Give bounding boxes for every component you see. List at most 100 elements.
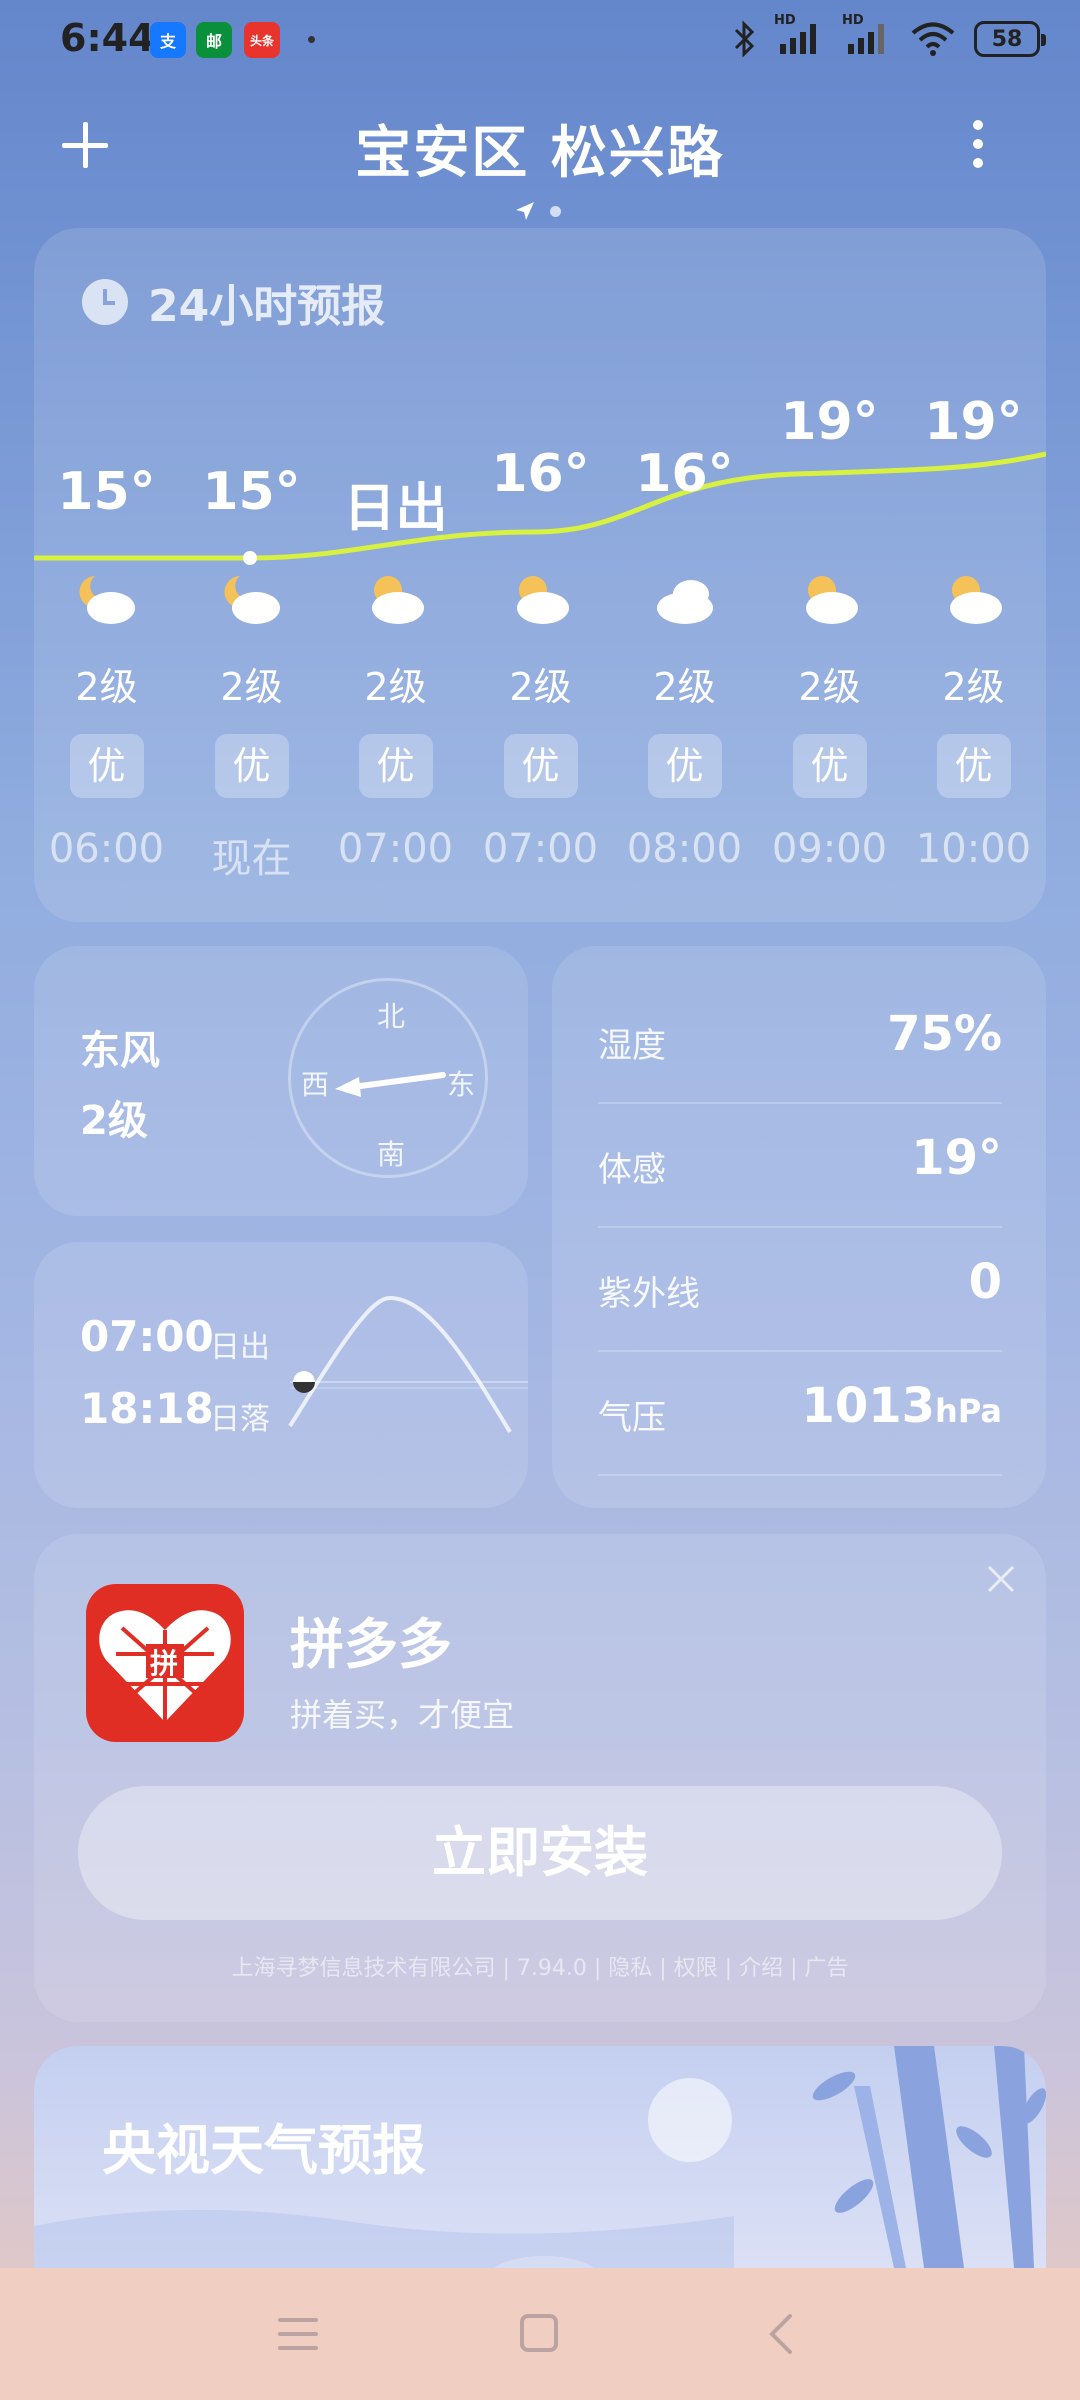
detail-label: 气压: [598, 1398, 666, 1438]
wind-direction: 东风: [80, 1028, 160, 1074]
detail-label: 湿度: [598, 1026, 666, 1066]
ad-slogan: 拼着买，才便宜: [290, 1696, 515, 1734]
hour-label: 现在: [211, 836, 292, 882]
hour-temp: 19°: [780, 392, 879, 452]
hour-wind: 2级: [798, 665, 861, 709]
compass-north: 北: [377, 1000, 406, 1033]
compass-east: 东: [447, 1068, 476, 1101]
aqi-badge: 优: [792, 734, 867, 798]
hour-temp: 日出: [343, 479, 448, 539]
hour-temp: 16°: [635, 444, 734, 504]
hour-col-4: 16°: [612, 444, 757, 504]
pinduoduo-logo-text: 拼: [150, 1647, 179, 1680]
compass-west: 西: [301, 1068, 330, 1101]
toutiao-icon: 头条: [244, 22, 280, 58]
pinduoduo-logo: 拼: [86, 1584, 244, 1742]
hour-wind: 2级: [653, 665, 716, 709]
sun-cloud-icon: [372, 576, 424, 624]
more-menu-button[interactable]: [968, 120, 988, 170]
sunrise-label: 日出: [210, 1330, 270, 1365]
signal-2-icon: HD: [842, 14, 892, 60]
compass: 北 南 东 西: [288, 978, 488, 1178]
hour-temp: 19°: [924, 392, 1023, 452]
bluetooth-icon: [734, 20, 755, 58]
hour-temp: 15°: [57, 462, 156, 522]
detail-value: 0: [968, 1254, 1002, 1310]
location-title: 宝安区 松兴路: [355, 121, 725, 186]
battery-icon: 58: [974, 21, 1046, 57]
hour-label: 06:00: [48, 826, 165, 872]
wind-level: 2级: [80, 1098, 148, 1144]
detail-row-humidity: 湿度 75%: [598, 980, 1002, 1104]
aqi-badge: 优: [647, 734, 722, 798]
detail-label: 体感: [598, 1150, 666, 1190]
install-button[interactable]: 立即安装: [78, 1786, 1002, 1920]
hour-label: 07:00: [337, 826, 454, 872]
aqi-badge: 优: [214, 734, 289, 798]
wind-arrow-icon: [335, 1072, 446, 1097]
detail-value: 1013hPa: [801, 1378, 1002, 1434]
hour-label: 10:00: [915, 826, 1032, 872]
hour-col-0: 15°: [34, 462, 179, 538]
sunset-time: 18:18: [80, 1384, 214, 1433]
cctv-weather-card[interactable]: 央视天气预报: [34, 2046, 1046, 2268]
hour-col-1: 15°: [179, 462, 324, 538]
status-time: 6:44: [60, 16, 155, 60]
cctv-title: 央视天气预报: [102, 2119, 426, 2182]
cloud-icon: [657, 580, 713, 624]
hd-label-2: HD: [842, 13, 864, 28]
sun-cloud-icon: [950, 576, 1002, 624]
signal-1-icon: HD: [774, 14, 824, 60]
post-icon: 邮: [196, 22, 232, 58]
menu-icon[interactable]: [276, 2314, 320, 2354]
compass-south: 南: [377, 1138, 406, 1171]
ad-footer[interactable]: 上海寻梦信息技术有限公司 | 7.94.0 | 隐私 | 权限 | 介绍 | 广…: [34, 1950, 1046, 1982]
ad-app-name: 拼多多: [290, 1613, 452, 1676]
hour-label: 09:00: [771, 826, 888, 872]
hd-label-1: HD: [774, 13, 796, 28]
detail-row-pressure: 气压 1013hPa: [598, 1352, 1002, 1476]
detail-row-uv: 紫外线 0: [598, 1228, 1002, 1352]
page-dot: [550, 205, 561, 217]
page-indicator: [514, 200, 561, 222]
hour-label: 08:00: [626, 826, 743, 872]
hour-temp: 16°: [491, 444, 590, 504]
detail-label: 紫外线: [598, 1274, 700, 1314]
aqi-badge: 优: [936, 734, 1011, 798]
detail-row-feels-like: 体感 19°: [598, 1104, 1002, 1228]
hour-col-3: 16°: [468, 444, 613, 504]
aqi-badge: 优: [69, 734, 144, 798]
detail-value: 19°: [911, 1130, 1002, 1186]
wifi-icon: [911, 22, 955, 56]
sun-cloud-icon: [517, 576, 569, 624]
sunrise-time: 07:00: [80, 1312, 214, 1361]
aqi-badge: 优: [358, 734, 433, 798]
hour-temp: 15°: [202, 462, 301, 522]
close-icon[interactable]: [986, 1564, 1016, 1594]
aqi-badge: 优: [503, 734, 578, 798]
hour-col-5: 19°: [757, 392, 902, 452]
hour-wind: 2级: [942, 665, 1005, 709]
sunset-label: 日落: [210, 1402, 270, 1437]
hour-col-6: 19°: [901, 392, 1046, 452]
notification-dot: [308, 36, 315, 43]
hour-col-2: 日出: [323, 478, 468, 553]
weather-icons-row: [34, 570, 1046, 640]
home-icon[interactable]: [518, 2312, 560, 2354]
moon-cloud-icon: [224, 576, 280, 624]
hour-wind: 2级: [75, 665, 138, 709]
detail-value: 75%: [887, 1006, 1002, 1062]
moon-cloud-icon: [79, 576, 135, 624]
hour-wind: 2级: [509, 665, 572, 709]
hour-wind: 2级: [364, 665, 427, 709]
hour-label: 07:00: [482, 826, 599, 872]
sun-cloud-icon: [806, 576, 858, 624]
hour-wind: 2级: [220, 665, 283, 709]
sun-path-arc: [288, 1295, 528, 1434]
location-arrow-icon: [516, 202, 534, 220]
back-icon[interactable]: [766, 2312, 796, 2356]
status-right: HD HD 58: [732, 14, 1046, 60]
navigation-bar: [0, 2268, 1080, 2400]
alipay-icon: 支: [150, 22, 186, 58]
status-bar: 6:44 支 邮 头条 HD HD 58: [0, 0, 1080, 84]
